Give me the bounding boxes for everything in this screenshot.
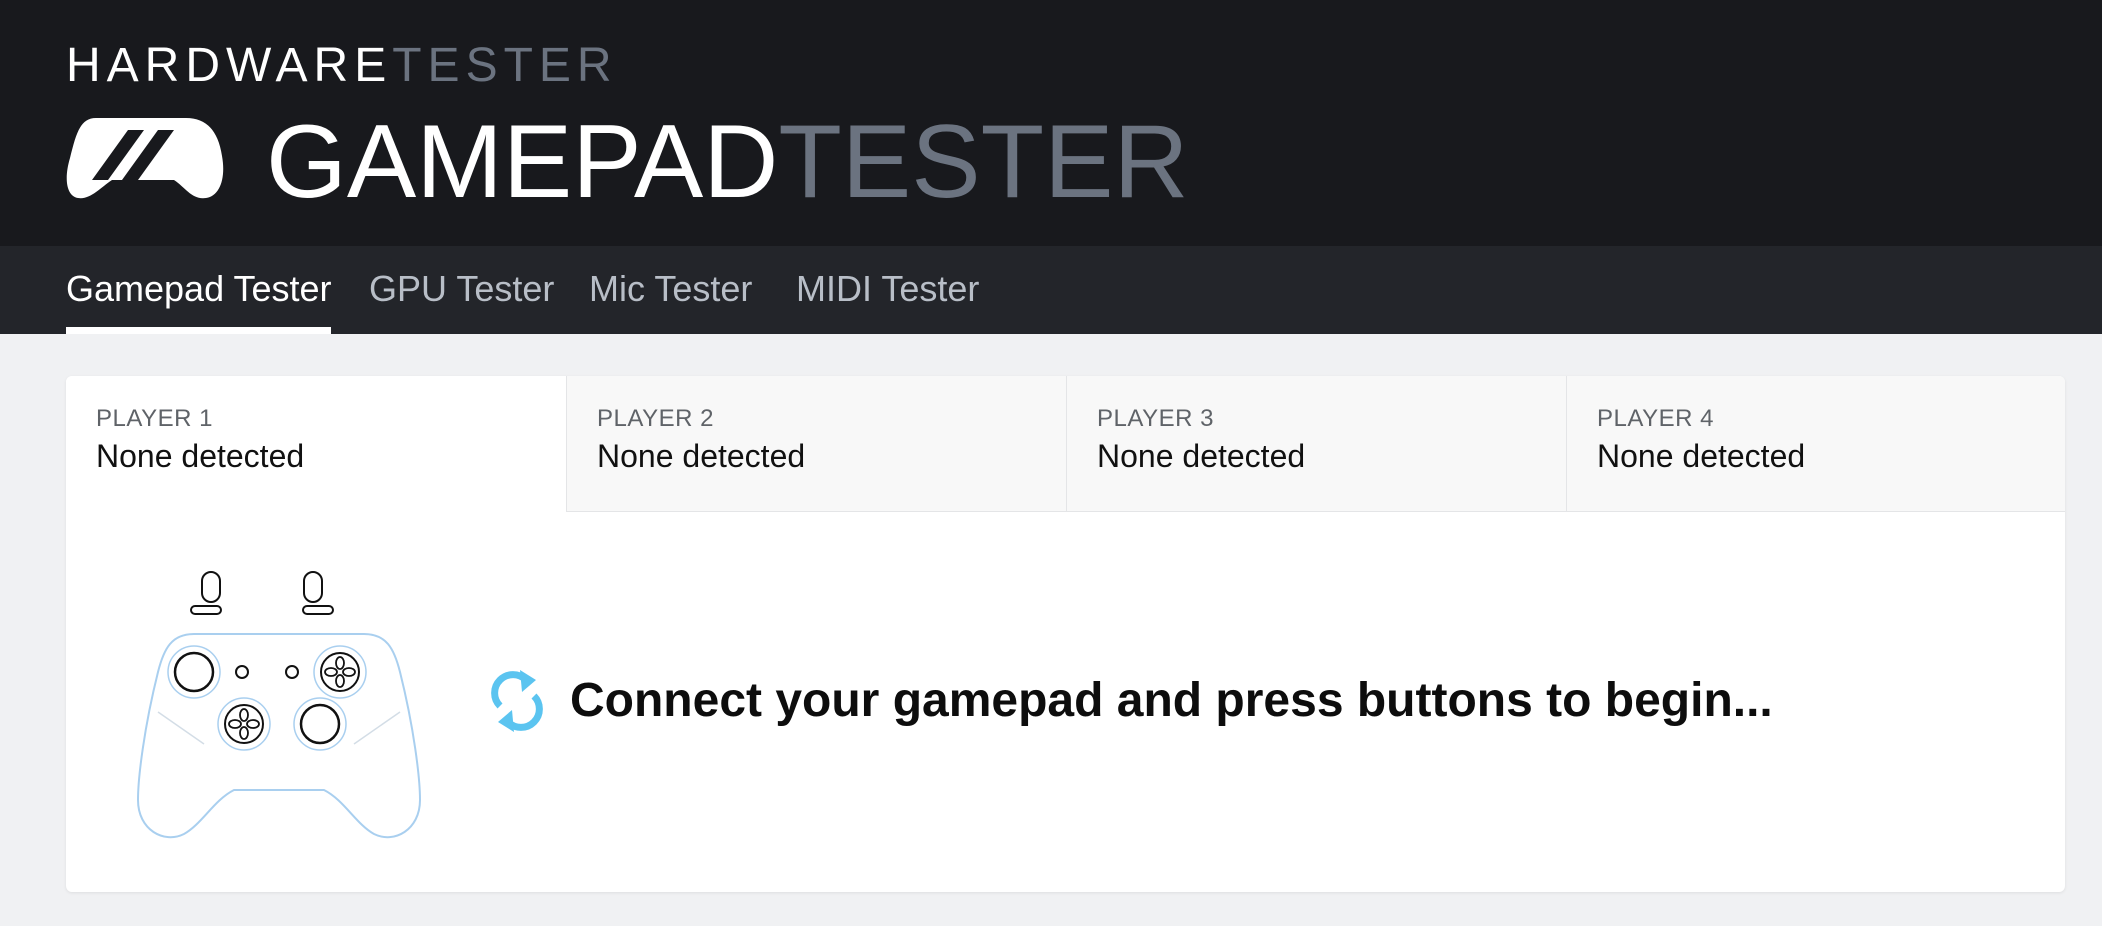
player-status: None detected xyxy=(96,438,305,474)
title-primary: GAMEPAD xyxy=(266,104,779,220)
player-status: None detected xyxy=(597,438,806,474)
player-tab-4[interactable]: PLAYER 4 None detected xyxy=(1566,376,2065,512)
player-tab-2[interactable]: PLAYER 2 None detected xyxy=(566,376,1066,512)
title-secondary: TESTER xyxy=(778,104,1189,220)
player-status: None detected xyxy=(1597,438,1806,474)
nav-tab-mic-tester[interactable]: Mic Tester xyxy=(589,246,752,334)
gamepad-logo-icon[interactable] xyxy=(66,116,224,200)
player-label: PLAYER 3 xyxy=(1097,405,1214,432)
hardware-tester-brand[interactable]: HARDWARETESTER xyxy=(66,38,618,94)
gamepad-tester-title: GAMEPADTESTER xyxy=(266,106,1189,218)
connect-message: Connect your gamepad and press buttons t… xyxy=(570,674,1773,727)
brand-small-primary: HARDWARE xyxy=(66,39,393,92)
gamepad-outline-icon xyxy=(136,571,422,839)
player-tab-1[interactable]: PLAYER 1 None detected xyxy=(66,376,566,512)
refresh-icon xyxy=(491,670,543,732)
player-label: PLAYER 1 xyxy=(96,405,213,432)
main-nav: Gamepad Tester GPU Tester Mic Tester MID… xyxy=(0,246,2102,334)
tester-card: PLAYER 1 None detected PLAYER 2 None det… xyxy=(66,376,2065,892)
player-tab-3[interactable]: PLAYER 3 None detected xyxy=(1066,376,1566,512)
nav-tab-gpu-tester[interactable]: GPU Tester xyxy=(369,246,554,334)
nav-tab-gamepad-tester[interactable]: Gamepad Tester xyxy=(66,246,332,334)
nav-tab-midi-tester[interactable]: MIDI Tester xyxy=(796,246,979,334)
player-status: None detected xyxy=(1097,438,1306,474)
brand-small-secondary: TESTER xyxy=(392,39,618,92)
player-label: PLAYER 4 xyxy=(1597,405,1714,432)
player-label: PLAYER 2 xyxy=(597,405,714,432)
site-header: HARDWARETESTER GAMEPADTESTER xyxy=(0,0,2102,246)
